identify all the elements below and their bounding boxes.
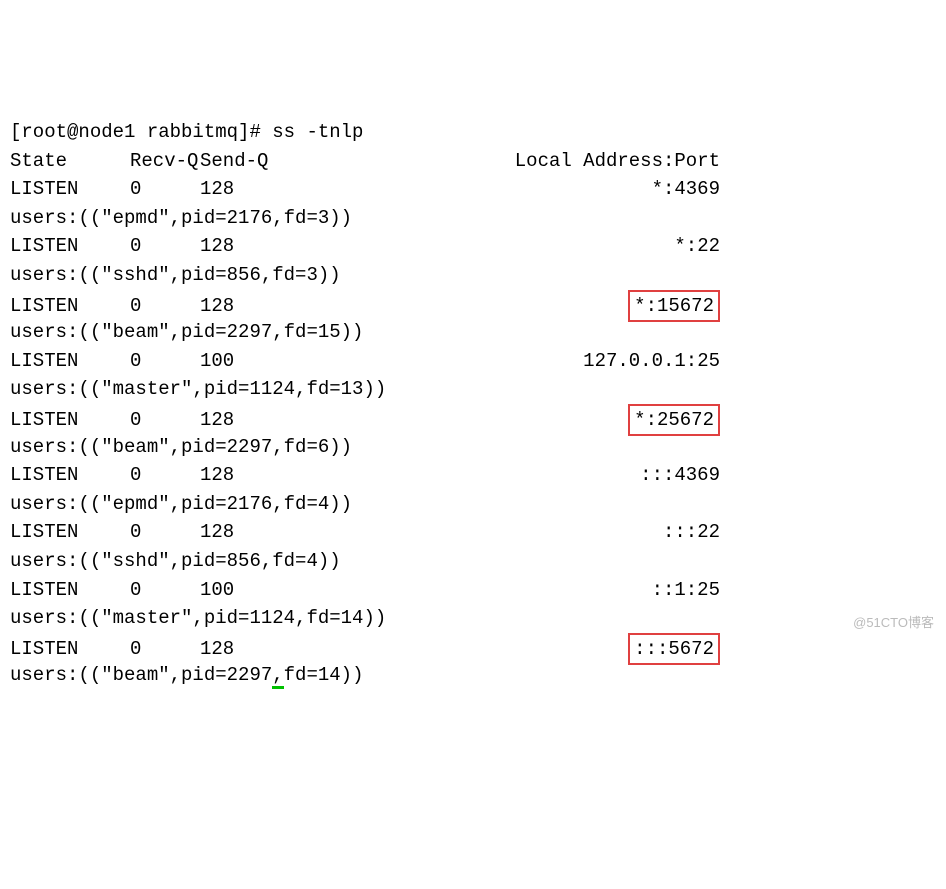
cell-sendq: 128	[200, 635, 290, 664]
cell-state: LISTEN	[10, 576, 130, 605]
cell-sendq: 128	[200, 461, 290, 490]
cell-addr: *:22	[290, 232, 720, 261]
users-line: users:(("beam",pid=2297,fd=6))	[10, 433, 936, 462]
cell-sendq: 100	[200, 347, 290, 376]
watermark-text: @51CTO博客	[853, 613, 934, 633]
cell-addr: ::1:25	[290, 576, 720, 605]
cell-recvq: 0	[130, 292, 200, 321]
highlight-box: :::5672	[628, 633, 720, 666]
socket-row: LISTEN0128:::4369	[10, 461, 936, 490]
socket-row: LISTEN0128*:25672	[10, 404, 936, 433]
cell-state: LISTEN	[10, 175, 130, 204]
cell-state: LISTEN	[10, 232, 130, 261]
cell-recvq: 0	[130, 518, 200, 547]
header-recvq: Recv-Q	[130, 147, 200, 176]
header-sendq: Send-Q	[200, 147, 290, 176]
header-line: StateRecv-QSend-QLocal Address:Port	[10, 147, 936, 176]
cell-recvq: 0	[130, 635, 200, 664]
cell-addr: 127.0.0.1:25	[290, 347, 720, 376]
socket-row: LISTEN0100127.0.0.1:25	[10, 347, 936, 376]
users-text-pre: users:(("beam",pid=2297	[10, 664, 272, 686]
cell-recvq: 0	[130, 406, 200, 435]
cell-state: LISTEN	[10, 518, 130, 547]
socket-row: LISTEN0128*:4369	[10, 175, 936, 204]
cell-addr: *:25672	[290, 404, 720, 437]
cell-sendq: 128	[200, 518, 290, 547]
cell-recvq: 0	[130, 175, 200, 204]
cell-recvq: 0	[130, 232, 200, 261]
highlight-box: *:25672	[628, 404, 720, 437]
cell-sendq: 128	[200, 406, 290, 435]
users-line: users:(("master",pid=1124,fd=13))	[10, 375, 936, 404]
socket-row: LISTEN0128*:15672	[10, 290, 936, 319]
cell-recvq: 0	[130, 347, 200, 376]
socket-row: LISTEN0128:::22	[10, 518, 936, 547]
socket-row: LISTEN0100::1:25	[10, 576, 936, 605]
cell-state: LISTEN	[10, 635, 130, 664]
header-addr: Local Address:Port	[290, 147, 720, 176]
users-line: users:(("sshd",pid=856,fd=4))	[10, 547, 936, 576]
cell-recvq: 0	[130, 576, 200, 605]
cell-sendq: 128	[200, 292, 290, 321]
cell-state: LISTEN	[10, 292, 130, 321]
terminal-output: [root@node1 rabbitmq]# ss -tnlpStateRecv…	[10, 118, 936, 690]
prompt-line: [root@node1 rabbitmq]# ss -tnlp	[10, 118, 936, 147]
cell-sendq: 128	[200, 232, 290, 261]
cell-addr: *:4369	[290, 175, 720, 204]
cell-state: LISTEN	[10, 406, 130, 435]
highlight-box: *:15672	[628, 290, 720, 323]
users-text-post: fd=14))	[284, 664, 364, 686]
header-state: State	[10, 147, 130, 176]
users-line: users:(("beam",pid=2297,fd=14))	[10, 661, 936, 690]
cursor-underline: ,	[272, 664, 283, 689]
socket-row: LISTEN0128*:22	[10, 232, 936, 261]
users-line: users:(("epmd",pid=2176,fd=4))	[10, 490, 936, 519]
socket-row: LISTEN0128:::5672	[10, 633, 936, 662]
cell-addr: :::22	[290, 518, 720, 547]
cell-addr: :::4369	[290, 461, 720, 490]
cell-state: LISTEN	[10, 461, 130, 490]
cell-recvq: 0	[130, 461, 200, 490]
users-line: users:(("sshd",pid=856,fd=3))	[10, 261, 936, 290]
cell-sendq: 128	[200, 175, 290, 204]
users-line: users:(("master",pid=1124,fd=14))	[10, 604, 936, 633]
users-line: users:(("epmd",pid=2176,fd=3))	[10, 204, 936, 233]
cell-sendq: 100	[200, 576, 290, 605]
users-line: users:(("beam",pid=2297,fd=15))	[10, 318, 936, 347]
cell-state: LISTEN	[10, 347, 130, 376]
